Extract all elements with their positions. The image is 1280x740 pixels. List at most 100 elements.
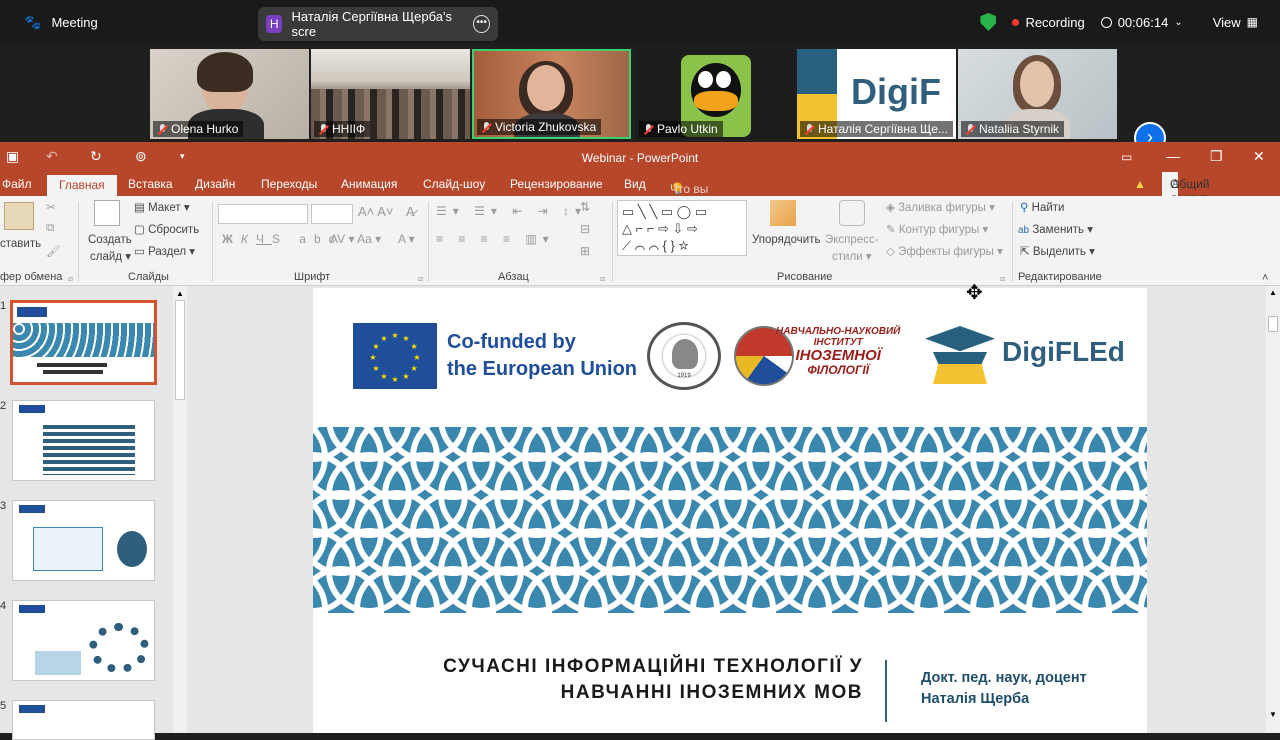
eu-stars-icon: ★★★★★★★★★ ★ ★★ (369, 331, 420, 384)
format-painter-icon[interactable]: 🖌 (46, 244, 61, 258)
arrange-button[interactable]: Упорядочить (752, 234, 820, 246)
slide-scrollbar[interactable]: ▲ ▼ (1266, 286, 1280, 733)
meeting-timer: 00:06:14 ⌄ (1100, 15, 1183, 30)
reset-button[interactable]: ▢ Сбросить (134, 222, 199, 236)
scroll-down-icon[interactable]: ▼ (1269, 710, 1277, 719)
recording-indicator[interactable]: Recording (1012, 15, 1085, 30)
slide-thumbnail-1[interactable] (10, 300, 157, 385)
replace-button[interactable]: ab Заменить ▾ (1018, 222, 1093, 236)
warning-icon[interactable]: ▲ (1134, 177, 1146, 191)
find-button[interactable]: ⚲ Найти (1020, 200, 1064, 214)
chevron-down-icon[interactable]: ⌄ (1174, 17, 1182, 28)
text-direction-icon[interactable]: ⇅ (580, 200, 590, 214)
shape-outline-button[interactable]: ✎ Контур фигуры ▾ (886, 222, 988, 236)
shapes-gallery[interactable]: ▭ ╲ ╲ ▭ ◯ ▭ △ ⌐ ⌐ ⇨ ⇩ ⇨ ⟋ ⌒ ⌒ { } ☆ (617, 200, 747, 256)
select-button[interactable]: ⇱ Выделить ▾ (1020, 244, 1095, 258)
tab-insert[interactable]: Вставка (128, 177, 173, 191)
slide-thumbnail-3[interactable] (12, 500, 155, 581)
tab-review[interactable]: Рецензирование (510, 177, 603, 191)
more-options-icon[interactable]: ••• (473, 15, 490, 33)
quick-styles-dropdown[interactable]: стили ▾ (832, 249, 872, 263)
home-ribbon: ставить ✂ ⧉ 🖌 фер обмена ⧄ Создать слайд… (0, 196, 1280, 286)
share-button[interactable]: ♙ Общий доступ (1162, 172, 1210, 205)
screen-share-indicator[interactable]: Н Наталія Сергіївна Щерба's scre ••• (258, 7, 498, 41)
paint-bucket-icon: ◈ (886, 202, 895, 214)
powerpoint-window: ▣ ↶ ↻ ⊚ ▾ Webinar - PowerPoint ▭ — ❐ ✕ Ф… (0, 142, 1280, 740)
scroll-thumb[interactable] (1268, 316, 1278, 332)
shape-fill-button[interactable]: ◈ Заливка фигуры ▾ (886, 200, 995, 214)
close-icon[interactable]: ✕ (1253, 148, 1265, 165)
participant-tile[interactable]: Olena Hurko (150, 49, 309, 139)
slide-1[interactable]: ★ ★ ★ ★ ★ ★ ★ ★ ★ ★ ★ ★ Co-funded by the European Un… (313, 288, 1147, 733)
slide-thumbnail-4[interactable] (12, 600, 155, 681)
avatar-beak (694, 91, 738, 111)
dialog-launcher-icon[interactable]: ⧄ (600, 274, 605, 284)
tab-file[interactable]: Файл (2, 177, 32, 191)
dialog-launcher-icon[interactable]: ⧄ (1000, 274, 1005, 284)
view-button[interactable]: View ▦ (1213, 15, 1258, 30)
participant-tile-active-speaker[interactable]: Victoria Zhukovska (472, 49, 631, 139)
pen-icon: ✎ (886, 224, 896, 236)
muted-mic-icon (158, 123, 167, 135)
maximize-icon[interactable]: ❐ (1210, 148, 1223, 165)
collapse-ribbon-icon[interactable]: ˄ (1262, 272, 1268, 284)
slide-thumbnail-2[interactable] (12, 400, 155, 481)
minimize-icon[interactable]: — (1166, 148, 1180, 164)
quick-styles-button[interactable]: Экспресс- (825, 234, 879, 246)
participant-tile[interactable]: ННІІФ (311, 49, 470, 139)
dialog-launcher-icon[interactable]: ⧄ (418, 274, 423, 284)
cut-icon[interactable]: ✂ (46, 200, 56, 214)
participant-tile[interactable]: Nataliia Styrnik (958, 49, 1117, 139)
character-spacing-icon[interactable]: AV ▾ Aa ▾ (330, 232, 381, 246)
meeting-info[interactable]: 🐾 Meeting (24, 14, 98, 31)
slides-group-label: Слайды (128, 271, 169, 283)
participant-name: Olena Hurko (153, 121, 244, 137)
paste-button[interactable]: ставить (0, 238, 41, 250)
svg-text:★: ★ (410, 342, 417, 351)
tab-transitions[interactable]: Переходы (261, 177, 317, 191)
shape-effects-button[interactable]: ◇ Эффекты фигуры ▾ (886, 244, 1003, 258)
participant-video (527, 65, 565, 111)
alignment-buttons[interactable]: ≡ ≡ ≡ ≡ ▥▾ (436, 232, 555, 246)
font-style-buttons[interactable]: ЖКЧS abc (222, 232, 343, 246)
font-size-input[interactable] (311, 204, 353, 224)
participant-tile[interactable]: DigiF Наталія Сергіївна Ще... (797, 49, 956, 139)
eu-flag-logo: ★ ★ ★ ★ ★ ★ ★ ★ ★ ★ ★ ★ (353, 323, 437, 389)
copy-icon[interactable]: ⧉ (46, 222, 54, 235)
tab-home[interactable]: Главная (47, 175, 117, 196)
tab-design[interactable]: Дизайн (195, 177, 235, 191)
section-button[interactable]: ▭ Раздел ▾ (134, 244, 195, 258)
paste-icon[interactable] (4, 202, 34, 230)
font-name-input[interactable] (218, 204, 308, 224)
slide-title[interactable]: СУЧАСНІ ІНФОРМАЦІЙНІ ТЕХНОЛОГІЇ У НАВЧАН… (443, 654, 863, 706)
author-text[interactable]: Докт. пед. наук, доцент Наталія Щерба (921, 668, 1087, 710)
slide-thumbnail-5[interactable] (12, 700, 155, 740)
new-slide-button[interactable]: Создать (88, 234, 132, 246)
tab-slideshow[interactable]: Слайд-шоу (423, 177, 485, 191)
list-buttons[interactable]: ☰▾ ☰▾ ⇤ ⇥ ↕▾ (436, 204, 587, 218)
new-slide-icon[interactable] (94, 200, 120, 226)
tab-animations[interactable]: Анимация (341, 177, 397, 191)
tab-view[interactable]: Вид (624, 177, 646, 191)
layout-button[interactable]: ▤ Макет ▾ (134, 200, 190, 214)
thumbnail-scrollbar[interactable]: ▲ (173, 286, 187, 733)
ribbon-display-options-icon[interactable]: ▭ (1121, 150, 1132, 164)
arrange-icon[interactable] (770, 200, 796, 226)
select-icon: ⇱ (1020, 246, 1030, 258)
meeting-label: Meeting (51, 15, 98, 30)
smartart-icon[interactable]: ⊞ (580, 244, 590, 258)
security-shield-icon[interactable] (980, 13, 997, 31)
scroll-thumb[interactable] (175, 300, 185, 400)
align-text-icon[interactable]: ⊟ (580, 222, 590, 236)
scroll-up-icon[interactable]: ▲ (176, 289, 184, 298)
clear-formatting-icon[interactable]: A̷ (406, 204, 415, 219)
participant-tile[interactable]: Pavlo Utkin (636, 49, 795, 139)
scroll-up-icon[interactable]: ▲ (1269, 288, 1277, 297)
title-divider (885, 660, 887, 722)
font-color-icon[interactable]: A ▾ (398, 232, 415, 246)
increase-font-icon[interactable]: A˄ A˅ (358, 204, 393, 219)
new-slide-dropdown[interactable]: слайд ▾ (90, 249, 131, 263)
participant-strip: Olena Hurko ННІІФ Victoria Zhukovska Pav… (0, 44, 1280, 154)
quick-styles-icon[interactable] (839, 200, 865, 226)
dialog-launcher-icon[interactable]: ⧄ (68, 274, 73, 284)
